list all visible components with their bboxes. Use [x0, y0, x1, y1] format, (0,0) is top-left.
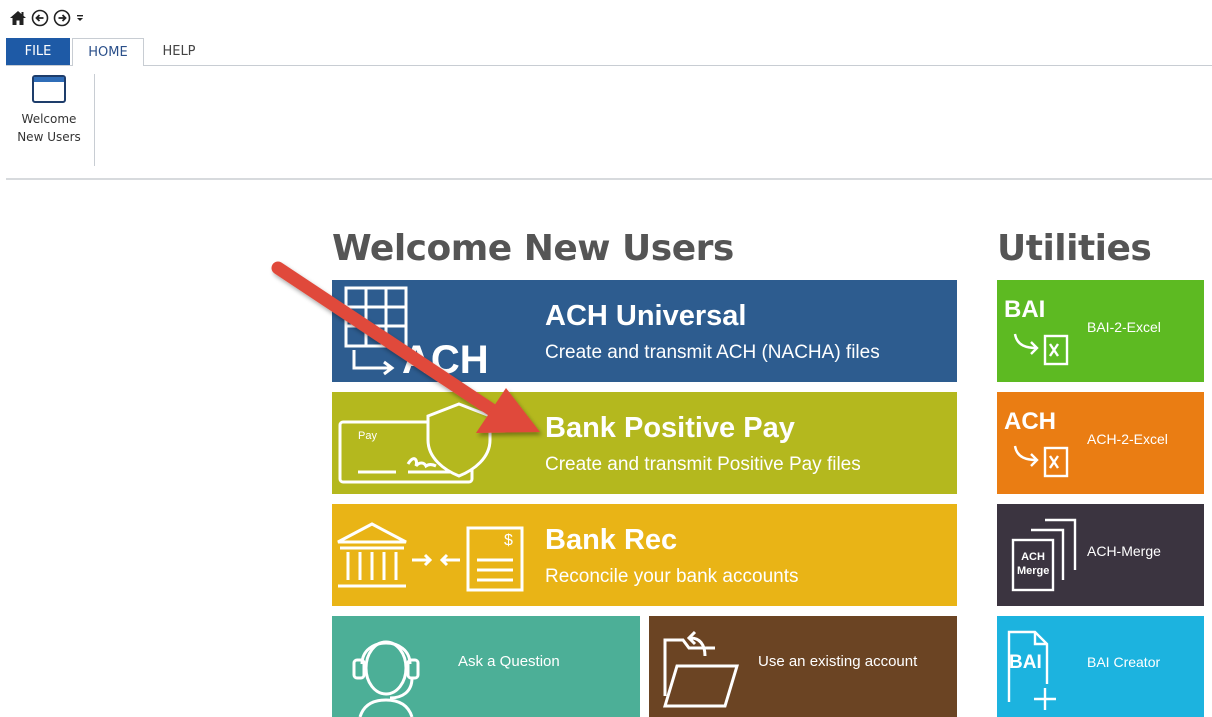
open-folder-icon — [659, 630, 749, 710]
ach-universal-subtitle: Create and transmit ACH (NACHA) files — [545, 342, 880, 363]
bank-rec-title: Bank Rec — [545, 524, 678, 556]
welcome-button-label-2: New Users — [17, 130, 81, 144]
ribbon-panel: Welcome New Users — [6, 66, 1212, 180]
use-existing-account-tile[interactable]: Use an existing account — [649, 616, 957, 717]
quick-access-toolbar — [8, 6, 86, 30]
bai-2-excel-tile[interactable]: BAI BAI-2-Excel — [997, 280, 1204, 382]
use-existing-account-label: Use an existing account — [758, 653, 918, 670]
ach-badge-text: ACH — [1004, 408, 1056, 435]
ach-2-excel-tile[interactable]: ACH ACH-2-Excel — [997, 392, 1204, 494]
ach-merge-tile[interactable]: ACH Merge ACH-Merge — [997, 504, 1204, 606]
ach-merge-badge-line1: ACH — [1021, 551, 1045, 563]
ach-merge-label: ACH-Merge — [1087, 543, 1161, 559]
tab-help[interactable]: HELP — [150, 38, 208, 66]
ask-a-question-label: Ask a Question — [458, 653, 560, 670]
ach-universal-title: ACH Universal — [545, 300, 747, 332]
welcome-button-label-1: Welcome — [21, 112, 77, 126]
bank-reconcile-icon — [332, 504, 532, 606]
ask-a-question-tile[interactable]: Ask a Question — [332, 616, 640, 717]
bank-rec-tile[interactable]: $ Bank Rec Reconcile your bank accounts — [332, 504, 957, 606]
check-pay-text: Pay — [358, 430, 377, 442]
ach-merge-badge: ACH Merge — [1017, 550, 1049, 578]
bank-positive-pay-title: Bank Positive Pay — [545, 412, 795, 444]
ach-universal-tile[interactable]: ACH ACH Universal Create and transmit AC… — [332, 280, 957, 382]
customize-toolbar-icon[interactable] — [74, 8, 86, 28]
bank-positive-pay-subtitle: Create and transmit Positive Pay files — [545, 454, 861, 475]
bank-positive-pay-tile[interactable]: Pay Bank Positive Pay Create and transmi… — [332, 392, 957, 494]
ribbon-tab-bar: FILE HOME HELP — [0, 38, 1212, 66]
bai-creator-label: BAI Creator — [1087, 654, 1161, 670]
bai-badge-text: BAI — [1004, 296, 1046, 323]
dollar-sign-icon: $ — [504, 532, 513, 549]
excel-convert-icon — [1011, 440, 1071, 480]
headset-person-icon — [346, 622, 426, 717]
bai-creator-tile[interactable]: BAI BAI Creator — [997, 616, 1204, 717]
tab-file[interactable]: FILE — [6, 38, 70, 66]
excel-convert-icon — [1011, 328, 1071, 368]
ribbon-group-separator — [94, 74, 95, 166]
check-shield-icon — [332, 392, 532, 494]
tab-home[interactable]: HOME — [72, 38, 144, 66]
ach-merge-badge-line2: Merge — [1017, 565, 1050, 577]
bai-2-excel-label: BAI-2-Excel — [1087, 319, 1161, 335]
welcome-new-users-button[interactable]: Welcome New Users — [10, 74, 88, 169]
welcome-section-title: Welcome New Users — [332, 228, 734, 269]
back-arrow-icon[interactable] — [30, 8, 50, 28]
forward-arrow-icon[interactable] — [52, 8, 72, 28]
bai-creator-badge: BAI — [1009, 652, 1042, 673]
home-icon[interactable] — [8, 8, 28, 28]
ach-2-excel-label: ACH-2-Excel — [1087, 431, 1168, 447]
utilities-section-title: Utilities — [997, 228, 1152, 269]
bank-rec-subtitle: Reconcile your bank accounts — [545, 566, 799, 587]
ach-icon-text: ACH — [402, 338, 489, 382]
window-icon — [31, 74, 67, 104]
